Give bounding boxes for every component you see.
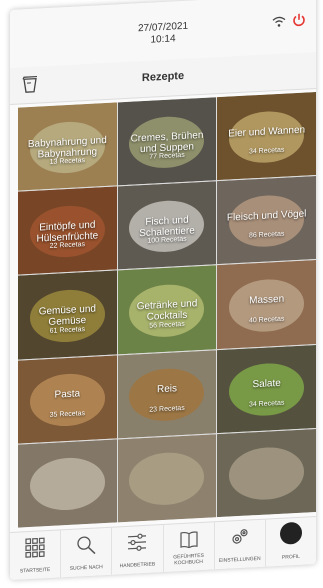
- category-tile[interactable]: Pasta 35 Recetas: [18, 355, 117, 444]
- page-title: Rezepte: [141, 69, 185, 85]
- tile-overlay: [18, 439, 117, 528]
- category-tile[interactable]: [18, 439, 117, 528]
- power-icon[interactable]: [292, 12, 306, 27]
- category-tile[interactable]: Eintöpfe und Hülsenfrüchte 22 Recetas: [18, 186, 117, 275]
- sliders-icon: [127, 532, 147, 553]
- category-tile[interactable]: Fleisch und Vögel 86 Recetas: [217, 176, 316, 265]
- tile-overlay: [217, 428, 316, 518]
- nav-label: SUCHE NACH: [69, 564, 103, 572]
- nav-item[interactable]: EINSTELLUNGEN: [214, 519, 266, 571]
- nav-label: HANDBETRIEB: [119, 561, 156, 570]
- category-tile[interactable]: Reis 23 Recetas: [117, 349, 217, 439]
- nav-item[interactable]: GEFÜHRTES KOCHBUCH: [163, 522, 215, 573]
- nav-label: EINSTELLUNGEN: [218, 555, 261, 565]
- category-tile[interactable]: Babynahrung und Babynahrung 13 Recetas: [18, 102, 117, 191]
- nav-item[interactable]: HANDBETRIEB: [112, 524, 164, 576]
- book-icon: [179, 529, 199, 550]
- grid-icon: [25, 537, 45, 558]
- category-tile[interactable]: Gemüse und Gemüse 61 Recetas: [18, 270, 117, 360]
- nav-label: PROFIL: [281, 553, 300, 561]
- category-tile[interactable]: Eier und Wannen 34 Recetas: [217, 91, 316, 181]
- category-tile[interactable]: Fisch und Schalentiere 100 Recetas: [117, 181, 217, 270]
- profile-icon: [279, 521, 302, 545]
- date-time: 27/07/2021 10:14: [10, 14, 316, 54]
- category-tile[interactable]: [117, 433, 217, 523]
- nav-label: GEFÜHRTES KOCHBUCH: [173, 552, 204, 567]
- category-tile[interactable]: Massen 40 Recetas: [217, 260, 316, 349]
- nav-item[interactable]: PROFIL: [266, 517, 316, 568]
- gears-icon: [230, 526, 250, 547]
- wifi-icon: [272, 16, 286, 27]
- category-tile[interactable]: Cremes, Brühen und Suppen 77 Recetas: [117, 97, 217, 186]
- category-tile[interactable]: [217, 428, 316, 518]
- nav-item[interactable]: SUCHE NACH: [61, 527, 113, 579]
- category-tile[interactable]: Getränke und Cocktails 56 Recetas: [117, 265, 217, 354]
- tablet-screen: 27/07/2021 10:14 Rezepte Babynahrung und…: [10, 0, 316, 581]
- nav-label: STARTSEITE: [19, 566, 51, 575]
- search-icon: [76, 534, 96, 555]
- tile-overlay: [117, 433, 217, 523]
- nav-item[interactable]: STARTSEITE: [10, 530, 62, 581]
- recipe-category-grid: Babynahrung und Babynahrung 13 Recetas Cre…: [18, 91, 316, 528]
- category-tile[interactable]: Salate 34 Recetas: [217, 344, 316, 433]
